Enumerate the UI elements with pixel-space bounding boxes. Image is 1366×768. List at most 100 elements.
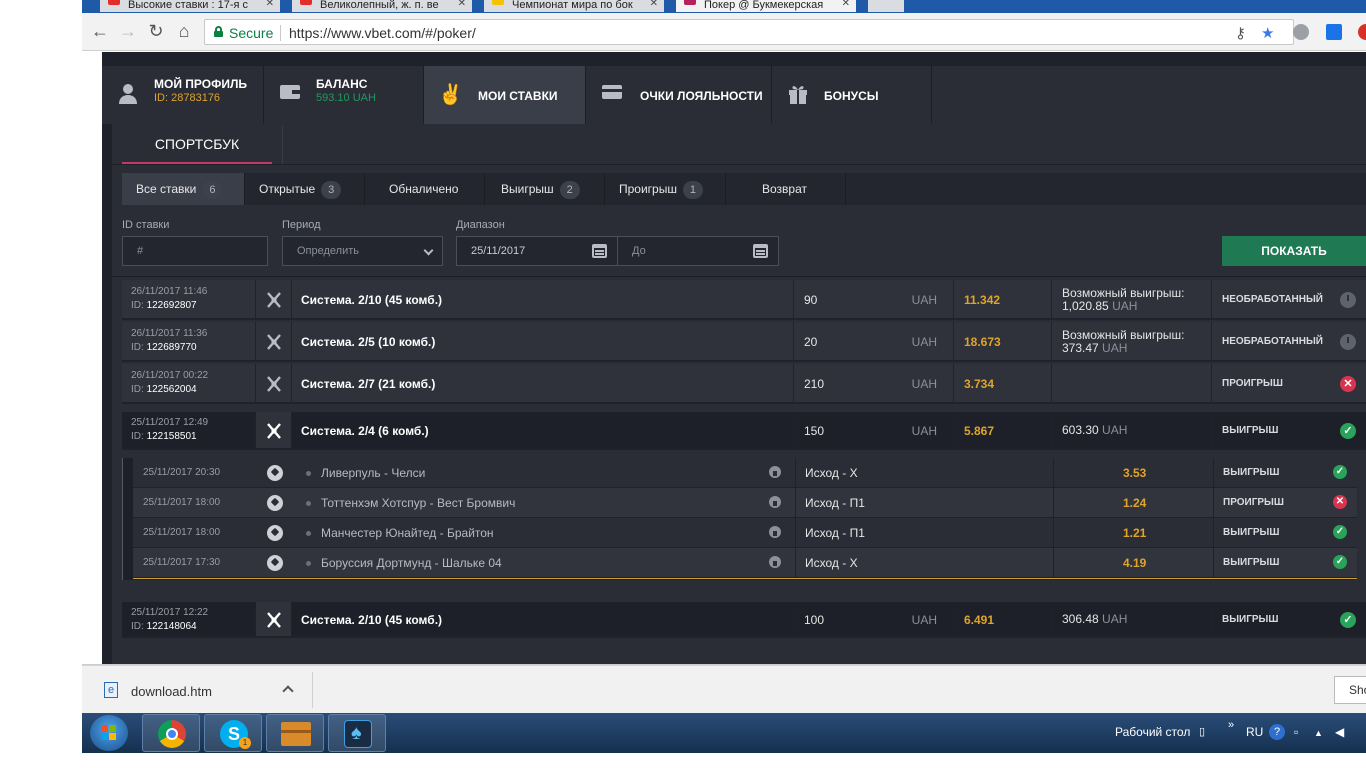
nav-my-profile[interactable]: МОЙ ПРОФИЛЬ ID: 28783176: [102, 66, 264, 124]
selection-outcome: Исход - Х: [805, 556, 858, 570]
info-icon[interactable]: [769, 496, 781, 508]
download-bar: e download.htm Show all: [82, 665, 1366, 713]
close-tab-icon[interactable]: ✕: [266, 0, 274, 9]
selection-row[interactable]: 25/11/2017 18:00 Манчестер Юнайтед - Бра…: [133, 518, 1357, 548]
selection-row[interactable]: 25/11/2017 18:00 Тоттенхэм Хотспур - Вес…: [133, 488, 1357, 518]
card-icon: [600, 83, 624, 107]
browser-tab[interactable]: Высокие ставки : 17-я с ✕: [100, 0, 280, 12]
bet-row-expanded[interactable]: 25/11/2017 12:49 ID: 122158501 Система. …: [122, 412, 1366, 450]
filter-lost[interactable]: Проигрыш 1: [605, 173, 726, 205]
system-bet-icon: [267, 376, 281, 392]
bet-date: 25/11/2017 12:49: [131, 417, 209, 428]
calendar-icon[interactable]: [592, 244, 607, 258]
chevron-up-icon[interactable]: [282, 685, 294, 697]
filter-cashed-out[interactable]: Обналичено: [365, 173, 485, 205]
taskbar-archive[interactable]: [266, 714, 324, 752]
filter-all-bets[interactable]: Все ставки 6: [122, 173, 245, 205]
help-icon[interactable]: ?: [1269, 724, 1285, 740]
bet-filters: Все ставки 6 Открытые 3 Обналичено Выигрыш…: [122, 173, 1366, 205]
bet-row[interactable]: 25/11/2017 12:22 ID: 122148064 Система. …: [122, 602, 1366, 638]
bet-row[interactable]: 26/11/2017 11:46 ID: 122692807 Система. …: [122, 280, 1366, 320]
bet-currency: UAH: [911, 377, 937, 391]
info-icon[interactable]: [769, 466, 781, 478]
range-from-input[interactable]: 25/11/2017: [456, 236, 618, 266]
taskbar-poker[interactable]: [328, 714, 386, 752]
key-icon[interactable]: ⚷: [1235, 24, 1246, 42]
selection-odds: 3.53: [1123, 466, 1147, 480]
bet-id-input[interactable]: #: [122, 236, 268, 266]
bet-status: ПРОИГРЫШ: [1222, 378, 1283, 389]
bet-type: Система. 2/4 (6 комб.): [301, 424, 429, 438]
folder-icon[interactable]: ▯: [1199, 725, 1205, 738]
selection-row[interactable]: 25/11/2017 20:30 Ливерпуль - Челси Исход…: [133, 458, 1357, 488]
close-tab-icon[interactable]: ✕: [650, 0, 658, 9]
bet-odds: 6.491: [964, 613, 995, 627]
reload-icon[interactable]: ↻: [145, 21, 167, 41]
filter-refund[interactable]: Возврат: [726, 173, 846, 205]
chevron-down-icon: [423, 245, 434, 256]
system-bet-icon: [267, 423, 281, 439]
nav-my-bets[interactable]: ✌ МОИ СТАВКИ: [424, 66, 586, 124]
browser-tab-active[interactable]: Покер @ Букмекерская ✕: [676, 0, 856, 12]
close-tab-icon[interactable]: ✕: [842, 0, 850, 9]
site-icon: [684, 0, 696, 5]
tab-sportsbook[interactable]: СПОРТСБУК: [122, 126, 272, 164]
bet-selections: 25/11/2017 20:30 Ливерпуль - Челси Исход…: [122, 458, 1357, 580]
selection-odds: 4.19: [1123, 556, 1147, 570]
taskbar-chrome[interactable]: [142, 714, 200, 752]
extension-icon[interactable]: [1326, 24, 1342, 40]
bet-status: ВЫИГРЫШ: [1222, 425, 1279, 436]
bet-row[interactable]: 26/11/2017 11:36 ID: 122689770 Система. …: [122, 322, 1366, 362]
desktop-toolbar-label[interactable]: Рабочий стол: [1115, 725, 1190, 739]
browser-tab[interactable]: Чемпионат мира по бок ✕: [484, 0, 664, 12]
bet-id: ID: 122692807: [131, 300, 197, 311]
taskbar-skype[interactable]: S 1: [204, 714, 262, 752]
bookmark-star-icon[interactable]: ★: [1261, 24, 1274, 42]
extension-icon[interactable]: [1358, 24, 1366, 40]
selection-row[interactable]: 25/11/2017 17:30 Боруссия Дортмунд - Шал…: [133, 548, 1357, 578]
home-icon[interactable]: ⌂: [173, 21, 195, 41]
bet-id: ID: 122562004: [131, 384, 197, 395]
bet-currency: UAH: [911, 424, 937, 438]
start-button[interactable]: [90, 715, 128, 751]
status-dot: [306, 471, 311, 476]
extension-icon[interactable]: [1293, 24, 1309, 40]
selection-outcome: Исход - П1: [805, 496, 865, 510]
filter-open[interactable]: Открытые 3: [245, 173, 365, 205]
divider: [280, 25, 281, 41]
bet-odds: 5.867: [964, 424, 995, 438]
selection-odds: 1.21: [1123, 526, 1147, 540]
sportsbook-panel: СПОРТСБУК Все ставки 6 Открытые 3 Обналиче…: [112, 124, 1366, 664]
network-icon[interactable]: ▫: [1294, 725, 1298, 739]
selection-match: Боруссия Дортмунд - Шальке 04: [321, 556, 502, 570]
show-all-downloads-button[interactable]: Show all: [1334, 676, 1366, 704]
close-tab-icon[interactable]: ✕: [458, 0, 466, 9]
calendar-icon[interactable]: [753, 244, 768, 258]
nav-loyalty-points[interactable]: ОЧКИ ЛОЯЛЬНОСТИ: [586, 66, 772, 124]
download-file-name[interactable]: download.htm: [131, 684, 212, 699]
info-icon[interactable]: [769, 556, 781, 568]
show-button[interactable]: ПОКАЗАТЬ: [1222, 236, 1366, 266]
show-hidden-icons-icon[interactable]: ▲: [1314, 728, 1323, 738]
range-to-input[interactable]: До: [617, 236, 779, 266]
filter-won[interactable]: Выигрыш 2: [485, 173, 605, 205]
language-indicator[interactable]: RU: [1246, 725, 1263, 739]
nav-balance[interactable]: БАЛАНС 593.10 UAH: [264, 66, 424, 124]
bet-id: ID: 122689770: [131, 342, 197, 353]
omnibox[interactable]: Secure https://www.vbet.com/#/poker/ ⚷ ★: [204, 19, 1294, 45]
bet-currency: UAH: [911, 335, 937, 349]
forward-icon[interactable]: →: [117, 21, 139, 41]
volume-icon[interactable]: ◀: [1335, 725, 1344, 739]
nav-bonuses[interactable]: БОНУСЫ: [772, 66, 932, 124]
expand-toolbar-icon[interactable]: »: [1228, 719, 1234, 731]
period-select[interactable]: Определить: [282, 236, 443, 266]
info-icon[interactable]: [769, 526, 781, 538]
system-bet-icon: [267, 612, 281, 628]
bet-row[interactable]: 26/11/2017 00:22 ID: 122562004 Система. …: [122, 364, 1366, 404]
url-text[interactable]: https://www.vbet.com/#/poker/: [289, 25, 476, 41]
won-icon: ✓: [1340, 612, 1356, 628]
new-tab-button[interactable]: [868, 0, 904, 12]
back-icon[interactable]: ←: [89, 21, 111, 41]
browser-tab[interactable]: Великолепный, ж. п. ве ✕: [292, 0, 472, 12]
bet-date: 25/11/2017 12:22: [131, 607, 209, 618]
